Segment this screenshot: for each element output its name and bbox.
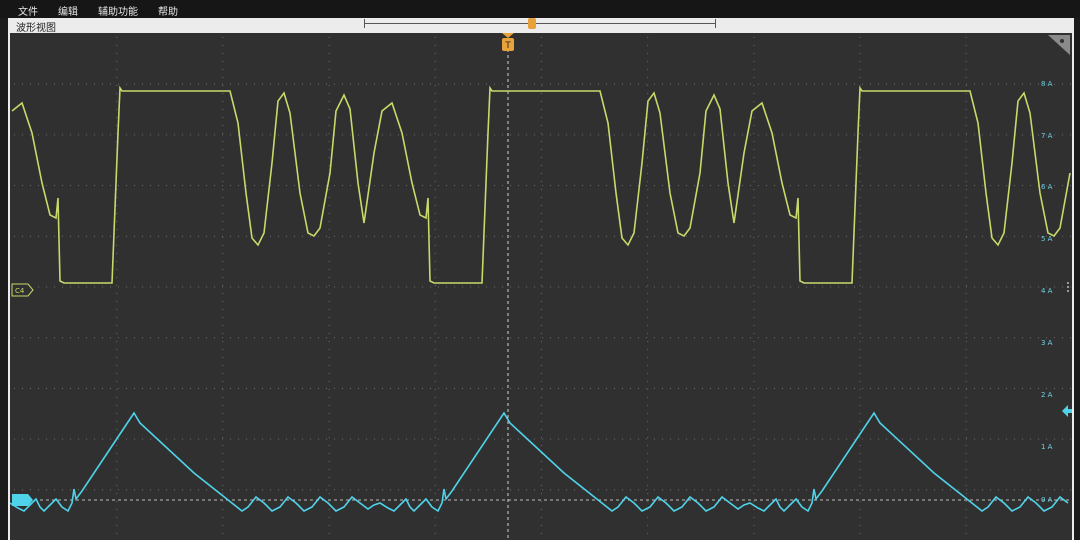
y-tick-label: 7 A xyxy=(1041,132,1053,140)
menu-bar: 文件 编辑 辅助功能 帮助 xyxy=(0,0,1080,18)
y-tick-label: 2 A xyxy=(1041,391,1053,399)
vertical-scale-labels: 8 A 7 A 6 A 5 A 4 A 3 A 2 A 1 A 0 A xyxy=(1041,80,1053,504)
menu-edit[interactable]: 编辑 xyxy=(58,3,78,18)
waveform-svg: T C4 8 A7 A6 A5 A4 A3 A2 A1 A0 A xyxy=(10,33,1072,540)
y-tick-label: 3 A xyxy=(1041,339,1053,347)
channel-c4-label: C4 xyxy=(15,287,25,295)
y-tick-label: 4 A xyxy=(1041,287,1053,295)
trigger-position-marker[interactable] xyxy=(528,18,536,29)
trigger-marker[interactable]: T xyxy=(502,33,514,51)
waveform-view-header: 波形视图 xyxy=(8,18,1074,34)
channel-c4-marker[interactable]: C4 xyxy=(11,283,34,297)
reference-arrow-icon[interactable] xyxy=(1062,405,1072,417)
trigger-label: T xyxy=(504,41,511,51)
y-tick-label: 1 A xyxy=(1041,443,1053,451)
y-tick-label: 5 A xyxy=(1041,235,1053,243)
graticule xyxy=(14,37,1071,534)
menu-utilities[interactable]: 辅助功能 xyxy=(98,3,138,18)
channel-c2-waveform xyxy=(10,411,1069,513)
menu-file[interactable]: 文件 xyxy=(18,3,38,18)
display-settings-icon[interactable] xyxy=(1048,35,1070,55)
timebase-overview[interactable] xyxy=(364,18,716,29)
waveform-display[interactable]: T C4 8 A7 A6 A5 A4 A3 A 2 A 1 A 0 A xyxy=(8,33,1074,540)
y-tick-label: 6 A xyxy=(1041,183,1053,191)
waveform-view-title: 波形视图 xyxy=(16,23,56,34)
y-tick-label: 0 A xyxy=(1041,496,1053,504)
y-tick-label: 8 A xyxy=(1041,80,1053,88)
more-options-icon[interactable] xyxy=(1067,282,1069,292)
menu-help[interactable]: 帮助 xyxy=(158,3,178,18)
